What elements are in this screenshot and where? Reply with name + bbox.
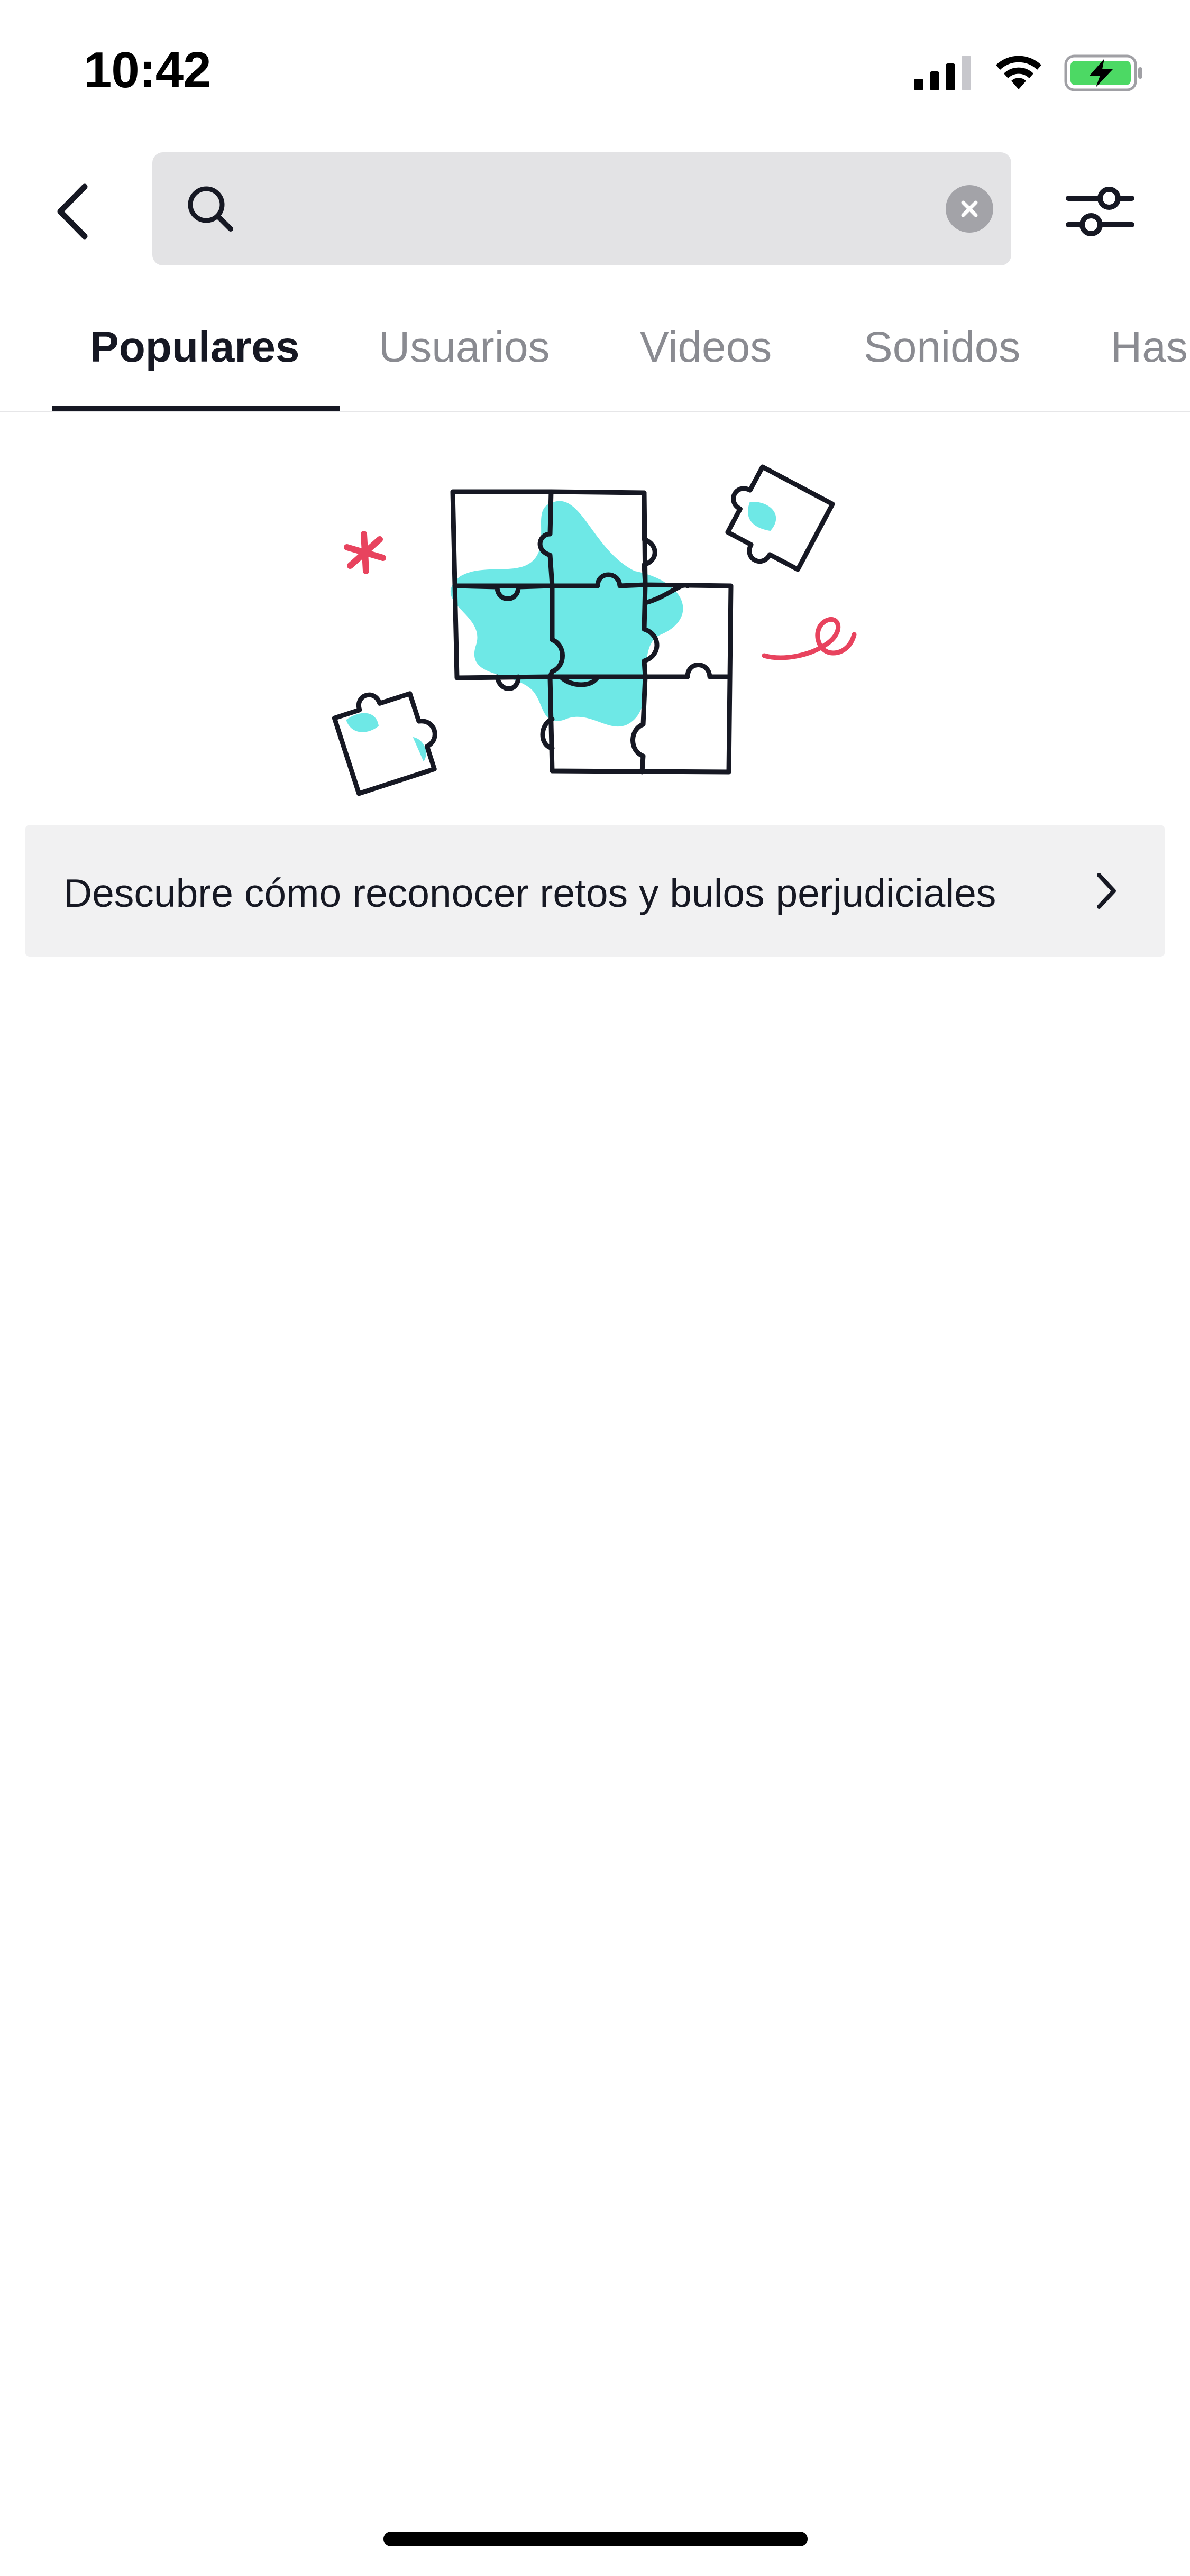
tab-usuarios[interactable]: Usuarios <box>379 323 550 372</box>
active-tab-indicator <box>52 406 340 411</box>
harmful-challenges-banner[interactable]: Descubre cómo reconocer retos y bulos pe… <box>25 825 1165 957</box>
chevron-right-icon <box>1097 873 1116 909</box>
banner-text: Descubre cómo reconocer retos y bulos pe… <box>63 871 996 915</box>
wifi-icon <box>996 56 1041 89</box>
search-header <box>0 143 1190 280</box>
search-tabs: Populares Usuarios Videos Sonidos Hashta… <box>0 280 1190 412</box>
filter-sliders-icon <box>1066 187 1134 236</box>
search-box[interactable] <box>152 152 1011 265</box>
tab-sonidos[interactable]: Sonidos <box>864 323 1020 372</box>
home-indicator[interactable] <box>383 2532 808 2546</box>
tab-hashtags[interactable]: Hashtags <box>1111 323 1190 372</box>
battery-charging-icon <box>1064 54 1142 91</box>
tab-populares[interactable]: Populares <box>90 323 299 372</box>
filter-button[interactable] <box>1052 172 1148 251</box>
search-icon <box>188 186 233 232</box>
back-button[interactable] <box>37 174 111 249</box>
puzzle-illustration <box>332 464 857 796</box>
cellular-signal-icon <box>914 56 971 90</box>
clear-icon <box>961 200 978 217</box>
status-bar: 10:42 <box>0 0 1190 143</box>
clear-search-button[interactable] <box>946 185 993 233</box>
tab-videos[interactable]: Videos <box>640 323 772 372</box>
search-input[interactable] <box>258 173 921 245</box>
status-time: 10:42 <box>84 42 212 98</box>
back-arrow-icon <box>57 183 88 240</box>
status-icons <box>914 52 1143 94</box>
